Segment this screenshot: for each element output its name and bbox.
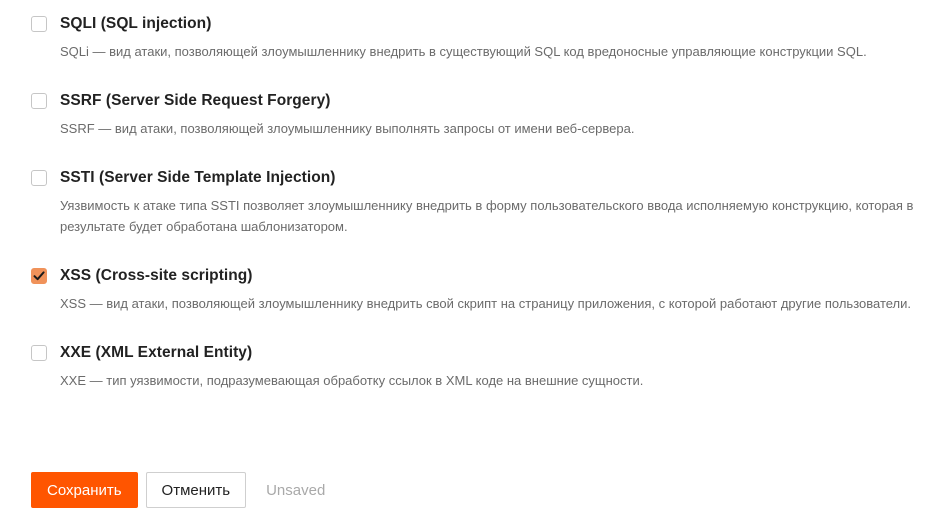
option-description: XXE — тип уязвимости, подразумевающая об… — [60, 373, 644, 388]
option-sqli: SQLI (SQL injection) SQLi — вид атаки, п… — [31, 11, 915, 62]
option-title: SQLI (SQL injection) — [60, 15, 212, 32]
option-title: XSS (Cross-site scripting) — [60, 267, 253, 284]
option-title: SSTI (Server Side Template Injection) — [60, 169, 336, 186]
option-header: SSRF (Server Side Request Forgery) — [31, 88, 915, 114]
sqli-checkbox[interactable] — [31, 16, 47, 32]
option-header: XXE (XML External Entity) — [31, 340, 915, 366]
option-header: XSS (Cross-site scripting) — [31, 263, 915, 289]
option-header: SSTI (Server Side Template Injection) — [31, 165, 915, 191]
ssti-checkbox[interactable] — [31, 170, 47, 186]
option-title: XXE (XML External Entity) — [60, 344, 253, 361]
save-status: Unsaved — [266, 481, 326, 499]
cancel-button[interactable]: Отменить — [145, 472, 247, 508]
save-button[interactable]: Сохранить — [31, 472, 138, 508]
option-title: SSRF (Server Side Request Forgery) — [60, 92, 331, 109]
option-xss: XSS (Cross-site scripting) XSS — вид ата… — [31, 263, 915, 314]
xxe-checkbox[interactable] — [31, 345, 47, 361]
settings-page: SQLI (SQL injection) SQLi — вид атаки, п… — [0, 0, 946, 519]
option-xxe: XXE (XML External Entity) XXE — тип уязв… — [31, 340, 915, 391]
option-description: XSS — вид атаки, позволяющей злоумышленн… — [60, 296, 912, 311]
ssrf-checkbox[interactable] — [31, 93, 47, 109]
option-description: Уязвимость к атаке типа SSTI позволяет з… — [60, 198, 914, 234]
xss-checkbox[interactable] — [31, 268, 47, 284]
checkmark-icon — [33, 271, 45, 281]
option-ssti: SSTI (Server Side Template Injection) Уя… — [31, 165, 915, 237]
option-description: SQLi — вид атаки, позволяющей злоумышлен… — [60, 44, 867, 59]
option-ssrf: SSRF (Server Side Request Forgery) SSRF … — [31, 88, 915, 139]
form-actions: Сохранить Отменить Unsaved — [31, 472, 325, 508]
option-description: SSRF — вид атаки, позволяющей злоумышлен… — [60, 121, 635, 136]
option-header: SQLI (SQL injection) — [31, 11, 915, 37]
